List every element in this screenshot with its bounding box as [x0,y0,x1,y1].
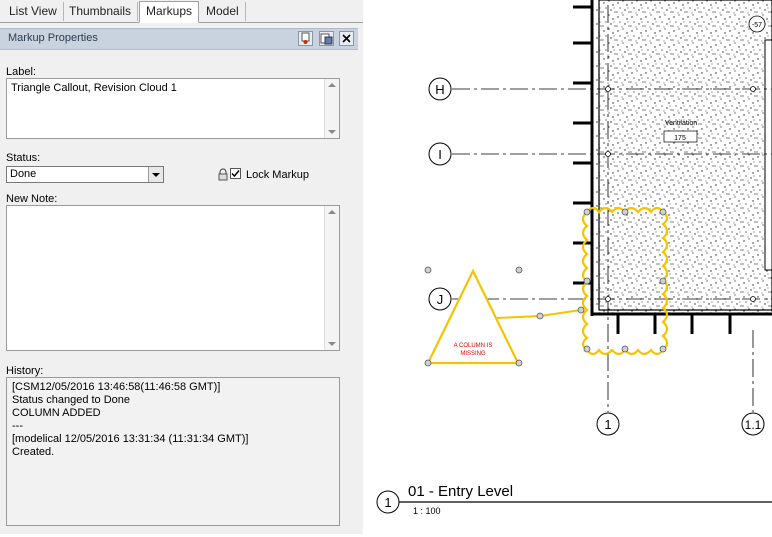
lock-markup-checkbox[interactable] [230,168,241,179]
history-line: COLUMN ADDED [12,407,101,419]
label-caption: Label: [6,66,36,78]
callout-text-line2: MISSING [460,351,486,357]
svg-text:-57: -57 [752,22,762,29]
svg-text:J: J [437,292,444,307]
markup-properties-titlebar: Markup Properties [0,28,358,50]
history-box: [CSM12/05/2016 13:46:58(11:46:58 GMT)] S… [6,377,340,526]
new-note-scrollbar[interactable] [324,206,339,350]
leader-grip[interactable] [577,306,585,314]
close-icon[interactable] [339,31,354,46]
status-select[interactable]: Done [6,166,164,183]
svg-text:I: I [438,147,442,162]
view-number: 1 [384,495,391,510]
svg-text:175: 175 [674,135,686,142]
svg-text:H: H [435,82,444,97]
svg-text:1: 1 [604,417,611,432]
panel-title: Markup Properties [8,32,98,44]
history-line: Status changed to Done [12,394,131,406]
history-line: Created. [12,446,55,458]
tab-model[interactable]: Model [200,2,246,21]
grid-head-j[interactable]: J [428,287,452,311]
view-title-text: 01 - Entry Level [408,483,513,500]
floor-plan-drawing[interactable]: H I J 1 1.1 Ventilation 175 -57 A COLUMN… [363,0,772,534]
grid-head-1[interactable]: 1 [596,412,620,436]
history-line: [CSM12/05/2016 13:46:58(11:46:58 GMT)] [12,381,221,393]
view-tabs: List View Thumbnails Markups Model [0,0,363,23]
label-scrollbar[interactable] [324,79,339,138]
label-textarea[interactable]: Triangle Callout, Revision Cloud 1 [6,78,340,139]
history-line: --- [12,420,23,432]
tab-markups[interactable]: Markups [139,1,200,23]
svg-text:Ventilation: Ventilation [665,120,697,127]
lock-markup-label: Lock Markup [246,169,309,181]
callout-text-line1: A COLUMN IS [454,343,493,349]
label-value: Triangle Callout, Revision Cloud 1 [11,82,177,94]
status-caption: Status: [6,152,41,164]
view-scale: 1 : 100 [413,506,441,516]
new-note-caption: New Note: [6,193,58,205]
grid-head-i[interactable]: I [428,142,452,166]
room-tag-top: -57 [748,15,766,33]
grid-head-1-1[interactable]: 1.1 [741,412,765,436]
tab-list-view[interactable]: List View [3,2,64,21]
floor-slab [596,0,772,313]
markup-panel: List View Thumbnails Markups Model Marku… [0,0,363,534]
svg-text:1.1: 1.1 [745,418,762,432]
chevron-down-icon[interactable] [148,167,163,182]
tab-thumbnails[interactable]: Thumbnails [63,2,139,21]
locate-icon[interactable] [298,31,313,46]
view-title[interactable]: 1 01 - Entry Level 1 : 100 [376,483,772,516]
history-caption: History: [6,365,44,377]
room-tag[interactable]: Ventilation 175 [663,120,698,143]
lock-icon [218,168,228,184]
status-value: Done [10,168,37,180]
grid-head-h[interactable]: H [428,77,452,101]
drawing-canvas[interactable]: H I J 1 1.1 Ventilation 175 -57 A COLUMN… [363,0,772,534]
leader-grip[interactable] [536,312,544,320]
float-panel-icon[interactable] [319,31,334,46]
new-note-textarea[interactable] [6,205,340,351]
history-line: [modelical 12/05/2016 13:31:34 (11:31:34… [12,433,249,445]
